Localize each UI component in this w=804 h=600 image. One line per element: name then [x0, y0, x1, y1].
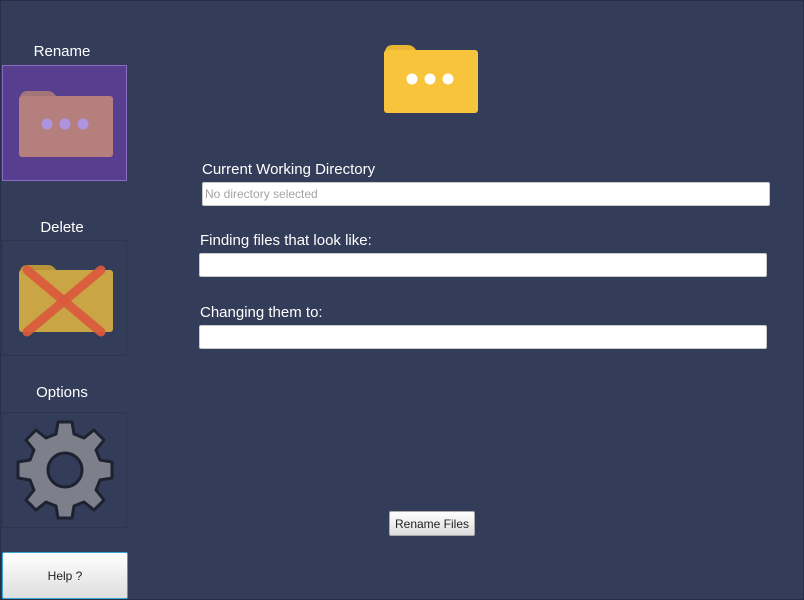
- app-window: Rename Delete Options Help ? Current Wor…: [0, 0, 804, 600]
- folder-dots-icon: [384, 45, 478, 113]
- replace-pattern-input[interactable]: [199, 325, 767, 349]
- folder-dots-icon: [19, 91, 113, 157]
- gear-icon: [16, 420, 114, 520]
- sidebar-item-rename[interactable]: [2, 65, 127, 181]
- sidebar-label-options: Options: [36, 384, 88, 401]
- replace-pattern-label: Changing them to:: [200, 304, 323, 321]
- sidebar-item-delete[interactable]: [2, 240, 127, 356]
- sidebar-item-options[interactable]: [2, 412, 127, 528]
- find-pattern-input[interactable]: [199, 253, 767, 277]
- sidebar-label-delete: Delete: [40, 219, 84, 236]
- sidebar-label-rename: Rename: [33, 43, 91, 60]
- cwd-label: Current Working Directory: [202, 161, 376, 178]
- folder-x-icon: [19, 265, 113, 337]
- find-pattern-label: Finding files that look like:: [200, 232, 372, 249]
- rename-files-button[interactable]: Rename Files: [389, 511, 475, 536]
- cwd-field[interactable]: [202, 182, 770, 206]
- help-button[interactable]: Help ?: [2, 552, 128, 599]
